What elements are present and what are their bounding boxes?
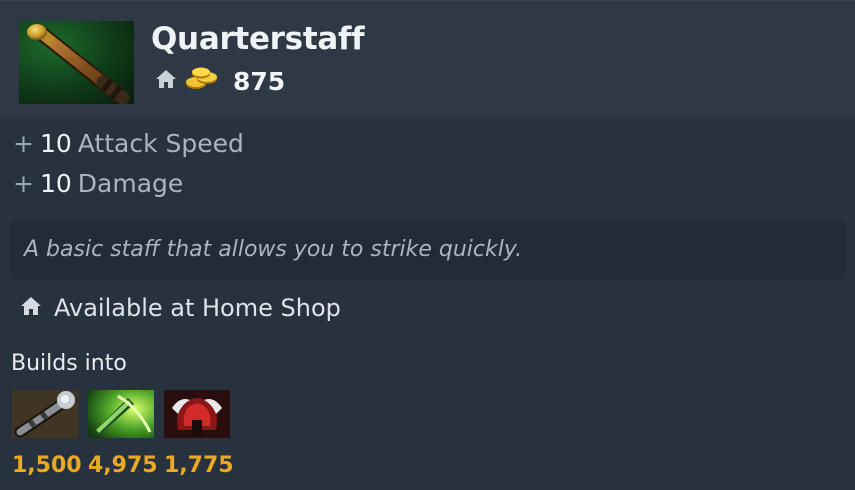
lore-box: A basic staff that allows you to strike … xyxy=(11,221,845,279)
cost-row: 875 xyxy=(155,65,285,97)
build-price: 1,775 xyxy=(164,453,234,478)
build-price: 1,500 xyxy=(12,453,82,478)
lore-text: A basic staff that allows you to strike … xyxy=(24,237,523,262)
red-armor-icon[interactable] xyxy=(164,390,230,438)
home-shop-icon xyxy=(20,295,42,321)
stat-name: Damage xyxy=(77,169,184,198)
build-price: 4,975 xyxy=(88,453,158,478)
tooltip-header: Quarterstaff 875 xyxy=(0,1,855,119)
builds-into-label: Builds into xyxy=(11,351,127,376)
stat-row: +10 Damage xyxy=(13,169,184,198)
orb-staff-icon[interactable] xyxy=(12,390,78,438)
stat-value: 10 xyxy=(39,129,72,158)
item-tooltip: Quarterstaff 875 +10 Attack Speed + 10 D… xyxy=(0,0,855,490)
quarterstaff-icon xyxy=(19,21,134,104)
item-title: Quarterstaff xyxy=(151,21,365,57)
home-shop-icon xyxy=(155,68,177,94)
gold-coins-icon xyxy=(185,66,219,96)
stat-value: 10 xyxy=(39,169,72,198)
item-cost: 875 xyxy=(233,66,286,96)
stat-row: +10 Attack Speed xyxy=(13,129,244,158)
green-blade-icon[interactable] xyxy=(88,390,154,438)
stat-name: Attack Speed xyxy=(77,129,244,158)
availability-text: Available at Home Shop xyxy=(54,294,341,322)
availability-row: Available at Home Shop xyxy=(20,291,341,325)
